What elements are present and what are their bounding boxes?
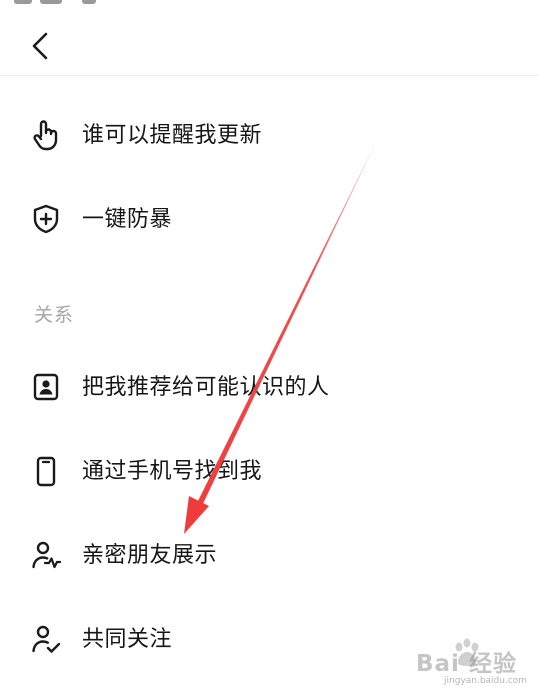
watermark-url: jingyan.baidu.com — [444, 676, 528, 686]
user-heartbeat-icon — [29, 538, 63, 572]
annotation-arrow — [184, 134, 380, 534]
row-anti-harass[interactable]: 一键防暴 — [0, 190, 539, 250]
top-bar — [0, 0, 539, 76]
row-label: 共同关注 — [82, 627, 173, 652]
contact-card-icon — [29, 370, 63, 404]
baidu-jingyan-watermark: Bai 经验 jingyan.baidu.com — [412, 634, 534, 690]
phone-icon — [29, 454, 63, 488]
shield-plus-icon — [29, 202, 63, 236]
row-who-can-remind[interactable]: 谁可以提醒我更新 — [0, 106, 539, 166]
watermark-text: Bai 经验 — [416, 651, 517, 677]
row-label: 把我推荐给可能认识的人 — [82, 375, 330, 400]
hand-pointer-icon — [29, 118, 63, 152]
user-check-icon — [29, 622, 63, 656]
row-find-by-phone[interactable]: 通过手机号找到我 — [0, 442, 539, 502]
row-label: 谁可以提醒我更新 — [82, 123, 263, 148]
row-recommend[interactable]: 把我推荐给可能认识的人 — [0, 358, 539, 418]
row-label: 一键防暴 — [82, 207, 173, 232]
row-label: 亲密朋友展示 — [82, 543, 218, 568]
back-button[interactable] — [22, 26, 62, 66]
chevron-left-icon — [32, 32, 48, 60]
row-label: 通过手机号找到我 — [82, 459, 263, 484]
section-header-relation: 关系 — [34, 304, 75, 326]
row-close-friends[interactable]: 亲密朋友展示 — [0, 526, 539, 586]
